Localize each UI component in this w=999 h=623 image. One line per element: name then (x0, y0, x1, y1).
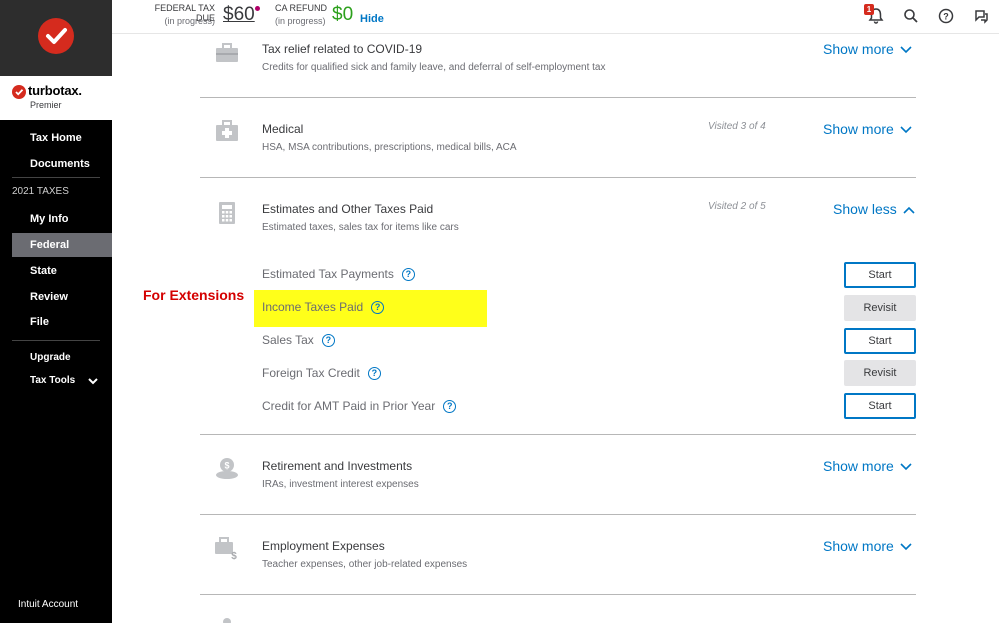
federal-indicator-dot (255, 6, 260, 11)
chevron-up-icon (903, 207, 915, 214)
ca-refund-amount[interactable]: $0 (332, 4, 353, 26)
revisit-button[interactable]: Revisit (844, 295, 916, 321)
brand-name: turbotax. (28, 83, 82, 98)
nav-upgrade[interactable]: Upgrade (30, 352, 71, 363)
section-title: Estimates and Other Taxes Paid (262, 202, 434, 216)
next-section-icon (223, 618, 231, 623)
brand-edition: Premier (30, 100, 62, 110)
chevron-down-icon (900, 543, 912, 551)
section-covid-relief[interactable]: Tax relief related to COVID-19 Credits f… (200, 34, 916, 98)
sub-item-label: Foreign Tax Credit (262, 366, 360, 380)
nav-intuit-account[interactable]: Intuit Account (18, 599, 78, 610)
sub-item-sales-tax[interactable]: Sales Tax? (262, 333, 335, 348)
hide-link[interactable]: Hide (360, 13, 384, 25)
briefcase-dollar-icon: $ (215, 537, 237, 561)
section-title: Retirement and Investments (262, 459, 413, 473)
visited-status: Visited 3 of 4 (708, 121, 766, 132)
toggle-label: Show more (823, 458, 894, 474)
nav-tax-home[interactable]: Tax Home (30, 132, 82, 144)
toggle-label: Show more (823, 41, 894, 57)
show-more-toggle[interactable]: Show more (823, 538, 912, 554)
svg-text:$: $ (224, 461, 229, 471)
toggle-label: Show less (833, 201, 897, 217)
question-help-icon[interactable]: ? (371, 301, 385, 315)
sub-item-label: Estimated Tax Payments (262, 267, 394, 281)
section-employment-expenses[interactable]: $ Employment Expenses Teacher expenses, … (200, 515, 916, 595)
show-more-toggle[interactable]: Show more (823, 458, 912, 474)
section-title: Tax relief related to COVID-19 (262, 42, 423, 56)
section-description: Credits for qualified sick and family le… (262, 62, 606, 73)
top-header: FEDERAL TAX DUE (in progress) $60 CA REF… (112, 0, 999, 34)
sidebar: turbotax. Premier Tax Home Documents 202… (0, 0, 112, 623)
sub-item-label: Sales Tax (262, 333, 314, 347)
sub-item-amt-credit[interactable]: Credit for AMT Paid in Prior Year? (262, 399, 457, 414)
sub-item-label: Income Taxes Paid (262, 300, 364, 314)
notification-badge: 1 (864, 4, 874, 15)
money-bag-icon: $ (216, 458, 238, 479)
chevron-down-icon (900, 46, 912, 54)
question-help-icon[interactable]: ? (367, 367, 381, 381)
show-more-toggle[interactable]: Show more (823, 41, 912, 57)
section-divider (200, 594, 916, 595)
nav-tax-tools[interactable]: Tax Tools (30, 375, 75, 386)
start-button[interactable]: Start (844, 393, 916, 419)
section-description: HSA, MSA contributions, prescriptions, m… (262, 142, 517, 153)
svg-text:$: $ (231, 551, 237, 561)
chevron-down-icon[interactable] (88, 376, 98, 386)
nav-divider (12, 340, 100, 341)
nav-documents[interactable]: Documents (30, 158, 90, 170)
section-description: IRAs, investment interest expenses (262, 479, 419, 490)
brand-check-icon (12, 85, 26, 99)
federal-tax-amount[interactable]: $60 (223, 4, 255, 26)
chat-icon[interactable] (972, 7, 990, 25)
show-more-toggle[interactable]: Show more (823, 121, 912, 137)
start-button[interactable]: Start (844, 328, 916, 354)
briefcase-icon (216, 43, 238, 62)
logo-area (0, 0, 112, 76)
revisit-button[interactable]: Revisit (844, 360, 916, 386)
sub-item-foreign-tax-credit[interactable]: Foreign Tax Credit? (262, 366, 381, 381)
ca-refund-status: (in progress) (275, 16, 326, 26)
nav-review[interactable]: Review (30, 291, 68, 303)
sub-item-income-taxes-paid[interactable]: Income Taxes Paid? (262, 300, 385, 315)
section-description: Teacher expenses, other job-related expe… (262, 559, 468, 570)
brand-area: turbotax. Premier (0, 76, 112, 120)
medical-kit-icon (216, 120, 238, 141)
nav-section-label: 2021 TAXES (12, 186, 69, 197)
question-help-icon[interactable]: ? (401, 268, 415, 282)
sub-item-estimated-tax-payments[interactable]: Estimated Tax Payments? (262, 267, 415, 282)
section-medical[interactable]: Medical HSA, MSA contributions, prescrip… (200, 98, 916, 178)
visited-status: Visited 2 of 5 (708, 201, 766, 212)
section-retirement-investments[interactable]: $ Retirement and Investments IRAs, inves… (200, 435, 916, 515)
section-title: Medical (262, 122, 304, 136)
calculator-icon (219, 202, 235, 224)
section-description: Estimated taxes, sales tax for items lik… (262, 222, 459, 233)
question-help-icon[interactable]: ? (443, 400, 457, 414)
chevron-down-icon (900, 463, 912, 471)
ca-refund-label: CA REFUND (275, 3, 328, 13)
chevron-down-icon (900, 126, 912, 134)
section-title: Employment Expenses (262, 539, 385, 553)
nav-file[interactable]: File (30, 316, 49, 328)
nav-divider (12, 177, 100, 178)
search-icon[interactable] (902, 7, 920, 25)
deductions-credits-list: Tax relief related to COVID-19 Credits f… (112, 34, 999, 623)
help-icon[interactable]: ? (937, 7, 955, 25)
nav-federal[interactable]: Federal (30, 239, 69, 251)
nav-state[interactable]: State (30, 265, 57, 277)
start-button[interactable]: Start (844, 262, 916, 288)
svg-text:?: ? (943, 12, 949, 22)
annotation-label: For Extensions (143, 287, 245, 303)
question-help-icon[interactable]: ? (321, 334, 335, 348)
turbotax-check-logo-icon[interactable] (38, 18, 74, 54)
federal-tax-status: (in progress) (164, 16, 215, 26)
nav-my-info[interactable]: My Info (30, 213, 69, 225)
sub-item-label: Credit for AMT Paid in Prior Year (262, 399, 436, 413)
show-less-toggle[interactable]: Show less (833, 201, 915, 217)
toggle-label: Show more (823, 538, 894, 554)
toggle-label: Show more (823, 121, 894, 137)
